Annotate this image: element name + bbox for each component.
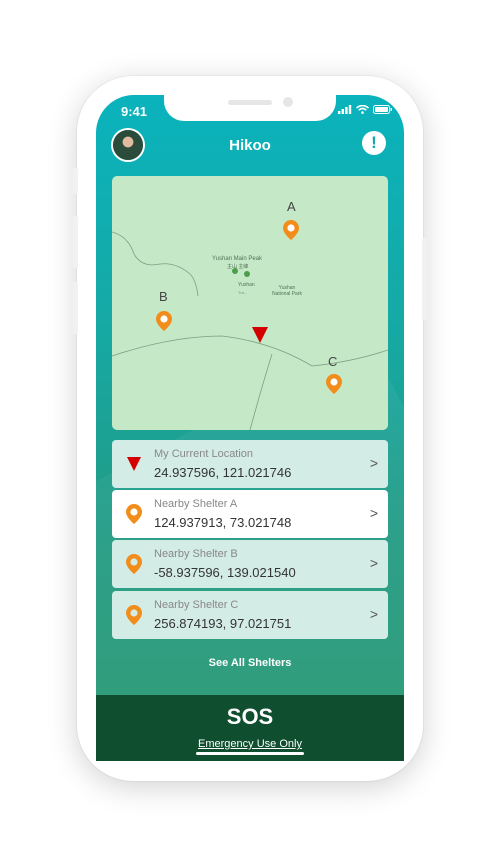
pin-icon[interactable] bbox=[326, 374, 342, 394]
marker-label-b: B bbox=[159, 289, 168, 304]
sos-label: SOS bbox=[226, 704, 274, 729]
alert-button[interactable]: ! bbox=[362, 131, 386, 155]
map-layer bbox=[112, 231, 388, 430]
map-label-park: Yushan National Park bbox=[271, 285, 302, 297]
wifi-icon bbox=[356, 105, 369, 114]
triangle-marker-icon bbox=[127, 457, 141, 471]
landmark-icon bbox=[244, 271, 250, 277]
side-button-mute bbox=[73, 168, 78, 194]
pin-icon[interactable] bbox=[283, 220, 299, 240]
pin-icon[interactable] bbox=[156, 311, 172, 331]
signal-icon bbox=[338, 105, 352, 114]
chevron-right-icon: > bbox=[369, 606, 378, 622]
speaker bbox=[228, 100, 272, 105]
location-coords: 124.937913, 73.021748 bbox=[154, 515, 292, 530]
chevron-right-icon: > bbox=[369, 505, 378, 521]
marker-label-c: C bbox=[328, 354, 338, 369]
location-coords: 256.874193, 97.021751 bbox=[154, 616, 292, 631]
map-view[interactable]: Yushan Main Peak 主山 主峰 Yushan Tra... Yus… bbox=[112, 176, 388, 430]
location-row-shelter-c[interactable]: Nearby Shelter C 256.874193, 97.021751 > bbox=[112, 591, 388, 639]
pin-icon bbox=[126, 554, 142, 574]
current-location-icon[interactable] bbox=[252, 327, 268, 343]
home-indicator bbox=[196, 752, 304, 755]
location-coords: -58.937596, 139.021540 bbox=[154, 565, 296, 580]
location-coords: 24.937596, 121.021746 bbox=[154, 465, 292, 480]
location-title: Nearby Shelter A bbox=[154, 498, 238, 510]
front-camera bbox=[283, 97, 293, 107]
sos-sub-label: Emergency Use Only bbox=[198, 738, 302, 750]
pin-icon bbox=[126, 605, 142, 625]
location-title: Nearby Shelter B bbox=[154, 548, 238, 560]
trail-line bbox=[249, 353, 273, 430]
see-all-shelters-link[interactable]: See All Shelters bbox=[0, 657, 500, 669]
location-title: My Current Location bbox=[154, 448, 254, 460]
marker-label-a: A bbox=[287, 199, 296, 214]
side-button-volume-down bbox=[73, 282, 78, 334]
profile-avatar[interactable] bbox=[113, 130, 143, 160]
side-button-volume-up bbox=[73, 216, 78, 268]
location-title: Nearby Shelter C bbox=[154, 599, 239, 611]
side-button-power bbox=[422, 238, 427, 320]
pin-icon bbox=[126, 504, 142, 524]
trail-line bbox=[112, 231, 199, 297]
map-label-small: Tra... bbox=[238, 290, 248, 295]
battery-icon bbox=[373, 105, 392, 114]
status-time: 9:41 bbox=[121, 104, 148, 119]
location-row-shelter-b[interactable]: Nearby Shelter B -58.937596, 139.021540 … bbox=[112, 540, 388, 588]
trail-line bbox=[112, 335, 388, 367]
map-label-peak-sub: 主山 主峰 bbox=[227, 264, 249, 270]
chevron-right-icon: > bbox=[369, 555, 378, 571]
notch bbox=[164, 95, 336, 121]
chevron-right-icon: > bbox=[369, 455, 378, 471]
map-label-peak: Yushan Main Peak bbox=[212, 256, 263, 262]
location-row-current[interactable]: My Current Location 24.937596, 121.02174… bbox=[112, 440, 388, 488]
map-label-small: Yushan bbox=[238, 282, 255, 288]
location-row-shelter-a[interactable]: Nearby Shelter A 124.937913, 73.021748 > bbox=[112, 490, 388, 538]
status-icons bbox=[338, 105, 393, 114]
